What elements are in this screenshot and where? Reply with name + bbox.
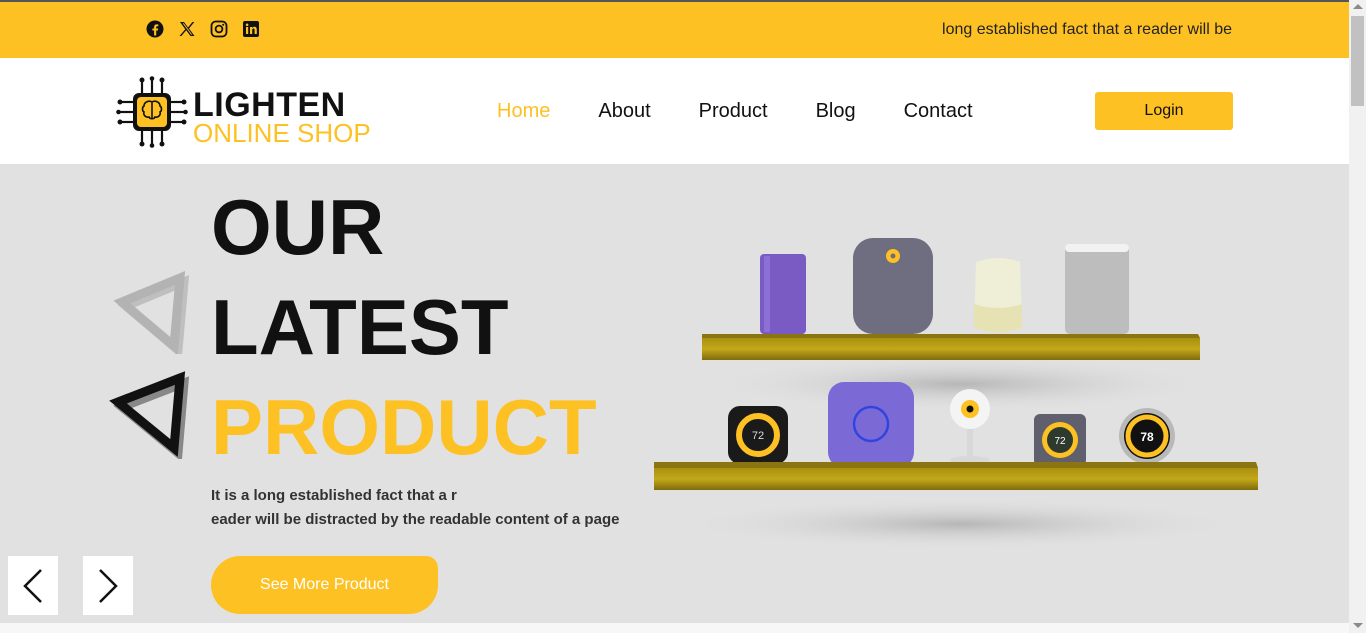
carousel-next-button[interactable] — [83, 556, 133, 615]
triangle-outline-decoration — [113, 271, 190, 354]
hero-description-line1: It is a long established fact that a r — [211, 487, 457, 504]
marquee-text: long established fact that a reader will… — [942, 21, 1232, 38]
circuit-chip-icon — [116, 76, 188, 148]
nav-item-blog[interactable]: Blog — [816, 100, 856, 123]
smoke-detector-purple — [828, 382, 914, 468]
chevron-left-icon — [23, 568, 42, 603]
nav-item-about[interactable]: About — [598, 100, 650, 123]
top-bar: long established fact that a reader will… — [0, 0, 1349, 58]
linkedin-icon[interactable] — [242, 20, 260, 38]
hero-heading-line1: OUR — [211, 183, 385, 271]
scrollbar-thumb[interactable] — [1351, 16, 1364, 106]
x-icon[interactable] — [178, 20, 196, 38]
product-shelf-image: 72 72 78 — [654, 238, 1258, 550]
thermostat-reading-3: 78 — [1140, 430, 1154, 444]
login-button[interactable]: Login — [1095, 92, 1233, 130]
see-more-product-button[interactable]: See More Product — [211, 556, 438, 614]
nav-item-contact[interactable]: Contact — [904, 100, 973, 123]
thermostat-reading-1: 72 — [752, 430, 764, 442]
hero-description-line2: eader will be distracted by the readable… — [211, 511, 620, 528]
horizontal-page-edge — [0, 623, 1349, 633]
carousel-prev-button[interactable] — [8, 556, 58, 615]
nav-item-product[interactable]: Product — [699, 100, 768, 123]
instagram-icon[interactable] — [210, 20, 228, 38]
hero-description: It is a long established fact that a r e… — [211, 484, 619, 532]
logo-title: LIGHTEN — [193, 86, 346, 124]
scroll-down-arrow-icon[interactable] — [1353, 623, 1363, 628]
logo-subtitle: ONLINE SHOP — [193, 118, 371, 148]
speaker-white — [1065, 244, 1129, 334]
site-logo[interactable]: LIGHTEN ONLINE SHOP — [116, 76, 376, 148]
social-links — [146, 20, 260, 38]
hero-heading-line3: PRODUCT — [211, 383, 597, 471]
thermostat-reading-2: 72 — [1054, 436, 1066, 447]
nav-item-home[interactable]: Home — [497, 100, 550, 123]
main-nav: Home About Product Blog Contact — [497, 100, 1021, 123]
main-navbar: LIGHTEN ONLINE SHOP Home About Product B… — [0, 58, 1349, 164]
facebook-icon[interactable] — [146, 20, 164, 38]
chevron-right-icon — [99, 568, 118, 603]
triangle-dark-decoration — [109, 371, 190, 459]
scroll-up-arrow-icon[interactable] — [1353, 4, 1363, 9]
hero-heading-line2: LATEST — [211, 283, 509, 371]
hero-banner: OUR LATEST PRODUCT It is a long establis… — [0, 164, 1349, 623]
